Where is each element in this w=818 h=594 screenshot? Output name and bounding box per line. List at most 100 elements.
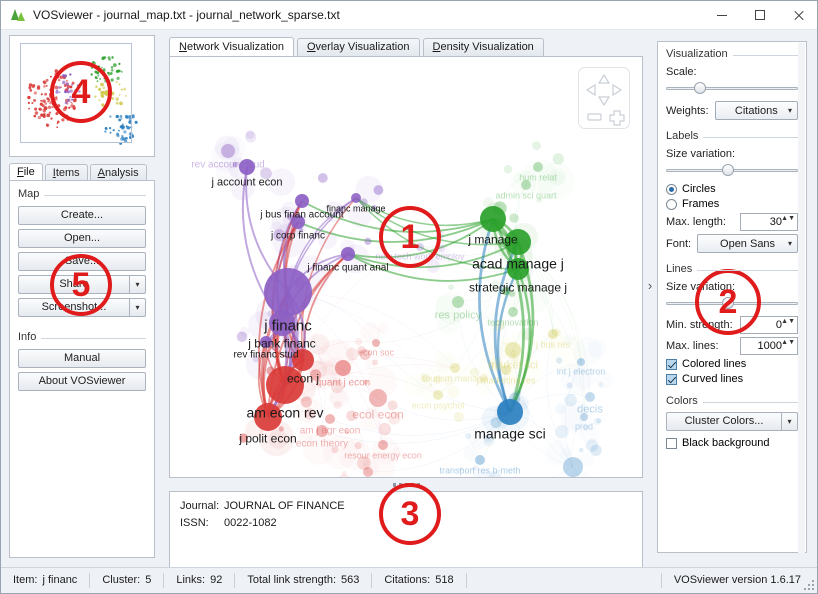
max-lines-stepper-arrows-icon[interactable]: ▲▼ (781, 339, 795, 346)
network-node[interactable] (475, 455, 485, 465)
zoom-in-plus-icon[interactable] (610, 111, 624, 125)
pan-left-arrow-icon[interactable] (587, 85, 595, 95)
scale-slider[interactable] (666, 81, 798, 95)
font-select[interactable]: Open Sans ▾ (697, 234, 798, 253)
annotation-marker-1: 1 (379, 206, 441, 268)
info-journal-value: JOURNAL OF FINANCE (224, 500, 345, 512)
tab-file-label: ile (24, 166, 35, 178)
network-node[interactable] (372, 339, 380, 347)
labels-size-variation-label: Size variation: (666, 148, 798, 160)
weights-chevron-down-icon: ▾ (788, 106, 792, 115)
max-lines-label: Max. lines: (666, 340, 719, 352)
network-node[interactable] (335, 360, 351, 376)
network-node[interactable] (497, 399, 523, 425)
right-panel-scrollbar[interactable] (798, 43, 805, 553)
colored-lines-row[interactable]: Colored lines (666, 358, 798, 370)
pan-up-arrow-icon[interactable] (599, 75, 609, 83)
network-node[interactable] (351, 193, 361, 203)
max-length-stepper-arrows-icon[interactable]: ▲▼ (781, 215, 795, 222)
font-row: Font: Open Sans ▾ (666, 234, 798, 253)
network-node-label: rev account stud (191, 160, 264, 171)
black-background-row[interactable]: Black background (666, 437, 798, 449)
network-node[interactable] (264, 268, 312, 316)
resize-grip-icon[interactable] (804, 580, 814, 590)
title-bar: VOSviewer - journal_map.txt - journal_ne… (1, 1, 817, 30)
min-strength-stepper-arrows-icon[interactable]: ▲▼ (781, 318, 795, 325)
network-node[interactable] (480, 206, 506, 232)
scale-slider-thumb[interactable] (694, 82, 706, 94)
circles-radio-icon[interactable] (666, 184, 677, 195)
frames-radio-row[interactable]: Frames (666, 198, 798, 210)
network-node[interactable] (325, 414, 335, 424)
network-node[interactable] (295, 194, 309, 208)
network-node[interactable] (577, 358, 585, 366)
status-cluster-value: 5 (145, 573, 151, 588)
maximize-button[interactable] (741, 1, 779, 29)
tab-file[interactable]: File (9, 163, 43, 181)
network-node[interactable] (508, 307, 518, 317)
network-node-label: j account econ (211, 176, 283, 188)
annotation-marker-3: 3 (379, 483, 441, 545)
network-node[interactable] (433, 390, 443, 400)
labels-size-variation-slider[interactable] (666, 163, 798, 177)
cluster-colors-button[interactable]: Cluster Colors... (666, 412, 781, 431)
network-node[interactable] (452, 296, 464, 308)
labels-size-slider-thumb[interactable] (722, 164, 734, 176)
network-node[interactable] (369, 389, 387, 407)
network-node-label: quant j econ (316, 378, 371, 389)
navigation-pad[interactable] (578, 67, 630, 129)
manual-button[interactable]: Manual (18, 349, 146, 368)
curved-lines-checkbox[interactable] (666, 374, 677, 385)
network-node-label: admin sci quart (495, 191, 557, 201)
tab-items[interactable]: Items (45, 164, 88, 181)
curved-lines-row[interactable]: Curved lines (666, 373, 798, 385)
frames-radio-icon[interactable] (666, 199, 677, 210)
black-background-label: Black background (682, 437, 769, 449)
vosviewer-logo-icon (10, 7, 26, 23)
network-node[interactable] (548, 329, 558, 339)
network-node[interactable] (450, 363, 460, 373)
network-node[interactable] (533, 162, 543, 172)
share-dropdown-chevron-down-icon[interactable]: ▾ (129, 275, 146, 294)
open-map-button[interactable]: Open... (18, 229, 146, 248)
max-length-stepper[interactable]: 30 ▲▼ (740, 213, 798, 231)
network-node[interactable] (563, 457, 583, 477)
labels-group-header: Labels (666, 130, 798, 144)
collapse-right-panel-chevron-right-icon[interactable]: › (645, 276, 655, 296)
minimize-button[interactable] (703, 1, 741, 29)
tab-analysis[interactable]: Analysis (90, 164, 147, 181)
zoom-out-minus-icon[interactable] (588, 114, 601, 120)
network-node[interactable] (378, 440, 388, 450)
cluster-colors-chevron-down-icon[interactable]: ▾ (781, 412, 798, 431)
tab-network-visualization[interactable]: Network Visualization (169, 37, 294, 56)
network-node[interactable] (505, 342, 521, 358)
black-background-checkbox[interactable] (666, 438, 677, 449)
window-controls (703, 1, 817, 29)
close-button[interactable] (779, 1, 817, 29)
network-node[interactable] (341, 247, 355, 261)
about-vosviewer-button[interactable]: About VOSviewer (18, 372, 146, 391)
pan-right-arrow-icon[interactable] (613, 85, 621, 95)
annotation-marker-2: 2 (695, 269, 761, 335)
center-area: Network Visualization Overlay Visualizat… (161, 33, 651, 560)
network-node-label: ecol econ (352, 407, 403, 421)
circles-radio-row[interactable]: Circles (666, 183, 798, 195)
network-node[interactable] (221, 144, 235, 158)
tab-items-label: tems (56, 167, 80, 179)
max-lines-stepper[interactable]: 1000 ▲▼ (740, 337, 798, 355)
pan-down-arrow-icon[interactable] (599, 97, 609, 105)
network-node-label: market sci (488, 359, 538, 371)
network-node[interactable] (585, 392, 595, 402)
screenshot-dropdown-chevron-down-icon[interactable]: ▾ (129, 298, 146, 317)
network-node-label: j financ quant anal (306, 263, 388, 274)
map-group-header: Map (18, 188, 146, 202)
weights-select[interactable]: Citations ▾ (715, 101, 798, 120)
create-map-button[interactable]: Create... (18, 206, 146, 225)
network-node-label: j corp financ (270, 231, 325, 242)
tab-density-visualization[interactable]: Density Visualization (423, 38, 544, 56)
colored-lines-checkbox[interactable] (666, 359, 677, 370)
network-node-label: j bank financ (247, 336, 315, 350)
tab-overlay-visualization[interactable]: Overlay Visualization (297, 38, 420, 56)
network-node[interactable] (363, 467, 373, 477)
network-node-label: econ j (287, 371, 319, 385)
